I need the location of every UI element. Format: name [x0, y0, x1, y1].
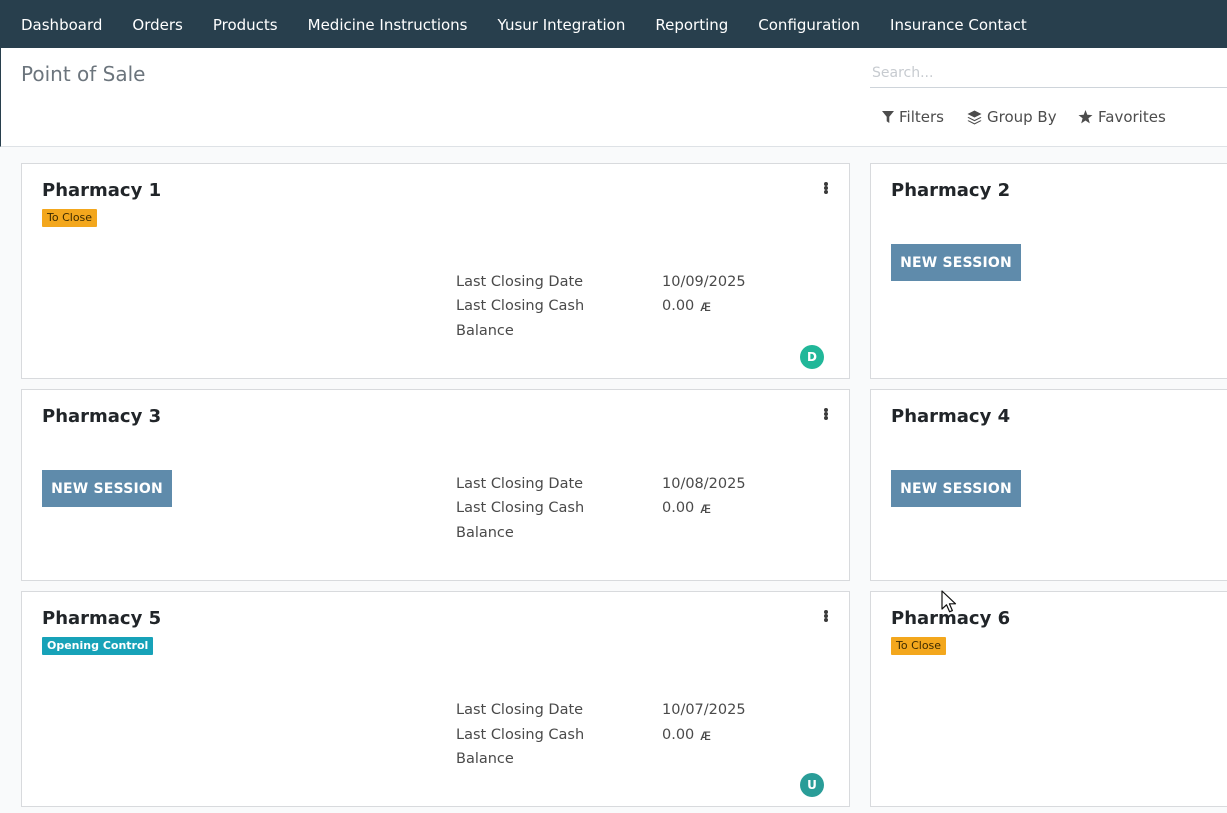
- nav-item-orders[interactable]: Orders: [117, 0, 197, 48]
- pos-card-pharmacy-4: Pharmacy 4 NEW SESSION: [870, 389, 1227, 581]
- last-closing-date-label: Last Closing Date: [456, 274, 584, 290]
- cash-amount: 0.00: [662, 500, 695, 516]
- status-badge: To Close: [891, 637, 947, 655]
- pos-card-pharmacy-6: Pharmacy 6 To Close: [870, 591, 1227, 807]
- nav-item-yusur-integration[interactable]: Yusur Integration: [483, 0, 641, 48]
- cash-amount: 0.00: [662, 298, 695, 314]
- top-navbar: Dashboard Orders Products Medicine Instr…: [0, 0, 1227, 48]
- kebab-menu-icon[interactable]: [822, 406, 830, 422]
- nav-item-insurance-contact[interactable]: Insurance Contact: [875, 0, 1042, 48]
- filters-button[interactable]: Filters: [882, 108, 944, 126]
- status-badge: Opening Control: [42, 637, 154, 655]
- balance-label: Balance: [456, 525, 514, 541]
- currency-icon: ᴁ: [700, 297, 712, 315]
- layers-icon: [967, 110, 982, 125]
- favorites-label: Favorites: [1098, 108, 1166, 126]
- nav-item-configuration[interactable]: Configuration: [743, 0, 875, 48]
- card-title[interactable]: Pharmacy 5: [42, 608, 161, 629]
- pos-card-pharmacy-1: Pharmacy 1 To Close Last Closing Date 10…: [21, 163, 850, 379]
- pos-card-pharmacy-3: Pharmacy 3 NEW SESSION Last Closing Date…: [21, 389, 850, 581]
- last-closing-cash-value: 0.00 ᴁ: [662, 294, 711, 318]
- filters-label: Filters: [899, 108, 944, 126]
- balance-label: Balance: [456, 323, 514, 339]
- new-session-button[interactable]: NEW SESSION: [891, 470, 1021, 507]
- card-title[interactable]: Pharmacy 1: [42, 180, 161, 201]
- avatar[interactable]: D: [800, 345, 824, 369]
- last-closing-date-label: Last Closing Date: [456, 702, 584, 718]
- currency-icon: ᴁ: [700, 499, 712, 517]
- last-closing-cash-label: Last Closing Cash: [456, 727, 585, 743]
- nav-item-medicine-instructions[interactable]: Medicine Instructions: [293, 0, 483, 48]
- mouse-cursor-icon: [941, 590, 958, 614]
- kebab-menu-icon[interactable]: [822, 180, 830, 196]
- card-title[interactable]: Pharmacy 2: [891, 180, 1010, 201]
- cash-amount: 0.00: [662, 727, 695, 743]
- avatar[interactable]: U: [800, 773, 824, 797]
- last-closing-date-value: 10/09/2025: [662, 274, 746, 290]
- filter-icon: [882, 110, 894, 124]
- status-badge: To Close: [42, 209, 98, 227]
- group-by-button[interactable]: Group By: [967, 108, 1057, 126]
- kebab-menu-icon[interactable]: [822, 608, 830, 624]
- page-title: Point of Sale: [21, 62, 146, 86]
- last-closing-date-value: 10/08/2025: [662, 476, 746, 492]
- balance-label: Balance: [456, 751, 514, 767]
- nav-item-dashboard[interactable]: Dashboard: [0, 0, 117, 48]
- star-icon: [1078, 110, 1093, 124]
- last-closing-cash-value: 0.00 ᴁ: [662, 496, 711, 520]
- card-title[interactable]: Pharmacy 3: [42, 406, 161, 427]
- last-closing-cash-value: 0.00 ᴁ: [662, 723, 711, 747]
- nav-item-reporting[interactable]: Reporting: [640, 0, 743, 48]
- nav-item-products[interactable]: Products: [198, 0, 293, 48]
- pos-card-pharmacy-5: Pharmacy 5 Opening Control Last Closing …: [21, 591, 850, 807]
- new-session-button[interactable]: NEW SESSION: [891, 244, 1021, 281]
- last-closing-cash-label: Last Closing Cash: [456, 298, 585, 314]
- last-closing-cash-label: Last Closing Cash: [456, 500, 585, 516]
- card-title[interactable]: Pharmacy 4: [891, 406, 1010, 427]
- last-closing-date-label: Last Closing Date: [456, 476, 584, 492]
- favorites-button[interactable]: Favorites: [1078, 108, 1166, 126]
- currency-icon: ᴁ: [700, 726, 712, 744]
- control-panel: Point of Sale Filters Group By Favorites: [0, 48, 1227, 147]
- last-closing-date-value: 10/07/2025: [662, 702, 746, 718]
- pos-card-pharmacy-2: Pharmacy 2 NEW SESSION: [870, 163, 1227, 379]
- new-session-button[interactable]: NEW SESSION: [42, 470, 172, 507]
- search-input[interactable]: [870, 58, 1227, 88]
- group-by-label: Group By: [987, 108, 1057, 126]
